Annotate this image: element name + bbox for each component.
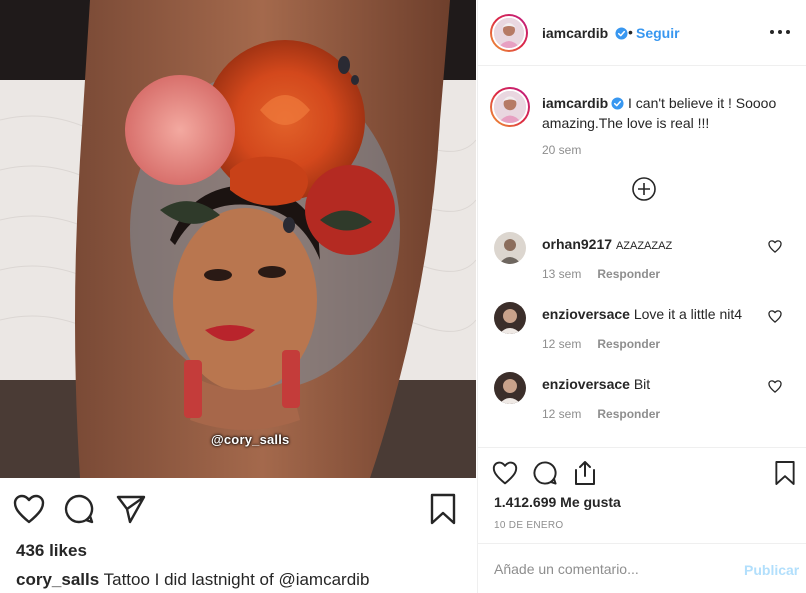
verified-badge-icon [611,97,624,110]
reply-button[interactable]: Responder [597,407,660,421]
header-username-text[interactable]: iamcardib [542,25,608,41]
comment-item: enzioversace Love it a little nit4 12 se… [478,302,806,372]
post-likes[interactable]: 436 likes [16,541,87,561]
comment-input[interactable] [494,558,734,580]
bookmark-icon[interactable] [426,492,460,526]
left-action-bar [0,478,476,540]
comment-heart-icon[interactable] [768,240,784,256]
caption-comment: iamcardib I can't believe it ! Soooo ama… [542,93,794,133]
post-date: 10 DE ENERO [494,520,564,531]
comment-body: enzioversace Love it a little nit4 [542,306,742,322]
add-comment-bar: Publicar [478,543,806,593]
bookmark-icon[interactable] [768,456,802,490]
plus-circle-icon[interactable] [632,177,656,201]
photo-watermark: @cory_salls [211,432,290,447]
post-photo[interactable]: @cory_salls [0,0,476,478]
comment-body: orhan9217 AZAZAZAZ [542,236,672,252]
comment-meta: 12 sem Responder [542,337,660,351]
comment-meta: 13 sem Responder [542,267,660,281]
comment-username[interactable]: enzioversace [542,306,630,322]
tattoo-photo-illustration [0,0,476,478]
share-icon[interactable] [568,456,602,490]
publish-button[interactable]: Publicar [744,562,799,578]
comment-icon[interactable] [528,456,562,490]
comment-text: AZAZAZAZ [615,240,673,252]
likes-count[interactable]: 1.412.699 Me gusta [494,494,621,510]
caption-comment-username[interactable]: iamcardib [542,95,608,111]
comment-body: enzioversace Bit [542,376,650,392]
comment-timestamp: 13 sem [542,267,582,281]
post-action-bar: 1.412.699 Me gusta 10 DE ENERO [478,447,806,543]
reply-button[interactable]: Responder [597,267,660,281]
comment-item: enzioversace Bit 12 sem Responder [478,372,806,442]
follow-button[interactable]: Seguir [636,25,680,41]
comment-username[interactable]: orhan9217 [542,236,612,252]
comment-avatar[interactable] [494,302,526,334]
heart-icon[interactable] [488,456,522,490]
header-separator: • [628,24,633,40]
post-header: iamcardib • Seguir [478,0,806,66]
comments-list[interactable]: iamcardib I can't believe it ! Soooo ama… [478,67,806,447]
comment-item: orhan9217 AZAZAZAZ 13 sem Responder [478,232,806,302]
comment-avatar[interactable] [494,372,526,404]
comment-username[interactable]: enzioversace [542,376,630,392]
header-username[interactable]: iamcardib [542,25,628,41]
comment-timestamp: 12 sem [542,407,582,421]
background-post: @cory_salls 436 likes cory_salls Tattoo … [0,0,476,593]
caption-timestamp: 20 sem [542,143,582,157]
comment-avatar[interactable] [494,232,526,264]
post-detail-panel: iamcardib • Seguir iamcardib I can't bel… [477,0,806,593]
header-avatar[interactable] [490,14,528,52]
more-options-icon[interactable] [768,22,792,42]
comment-timestamp: 12 sem [542,337,582,351]
caption-avatar[interactable] [490,87,530,127]
reply-button[interactable]: Responder [597,337,660,351]
comment-meta: 12 sem Responder [542,407,660,421]
comment-text: Love it a little nit4 [633,306,743,322]
comment-text: Bit [633,376,651,392]
verified-badge-icon [615,27,628,40]
comment-icon[interactable] [62,492,96,526]
comment-heart-icon[interactable] [768,380,784,396]
heart-icon[interactable] [12,492,46,526]
caption-username[interactable]: cory_salls [16,570,99,589]
post-caption: cory_salls Tattoo I did lastnight of @ia… [16,570,369,590]
caption-text: Tattoo I did lastnight of @iamcardib [103,570,370,589]
send-icon[interactable] [114,492,148,526]
comment-heart-icon[interactable] [768,310,784,326]
